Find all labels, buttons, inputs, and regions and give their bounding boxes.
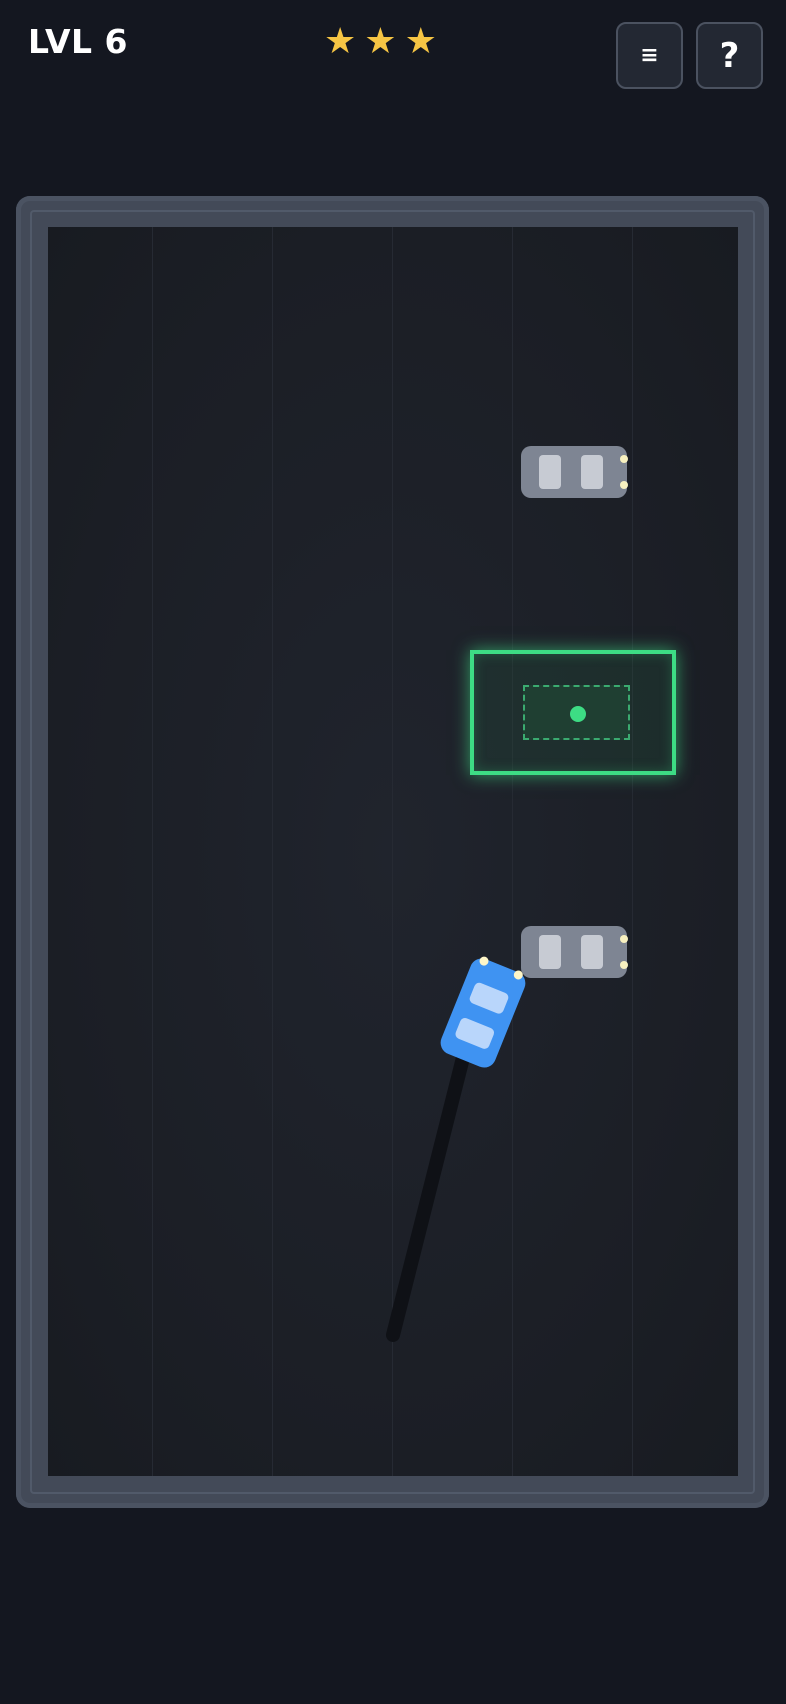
game-screen: LVL 6 ★ ★ ★ ≡ ?: [0, 0, 786, 1704]
car-window: [453, 1016, 496, 1051]
car-window: [468, 981, 510, 1016]
drive-path-line: [386, 1023, 477, 1342]
drawn-path: [386, 1023, 477, 1342]
